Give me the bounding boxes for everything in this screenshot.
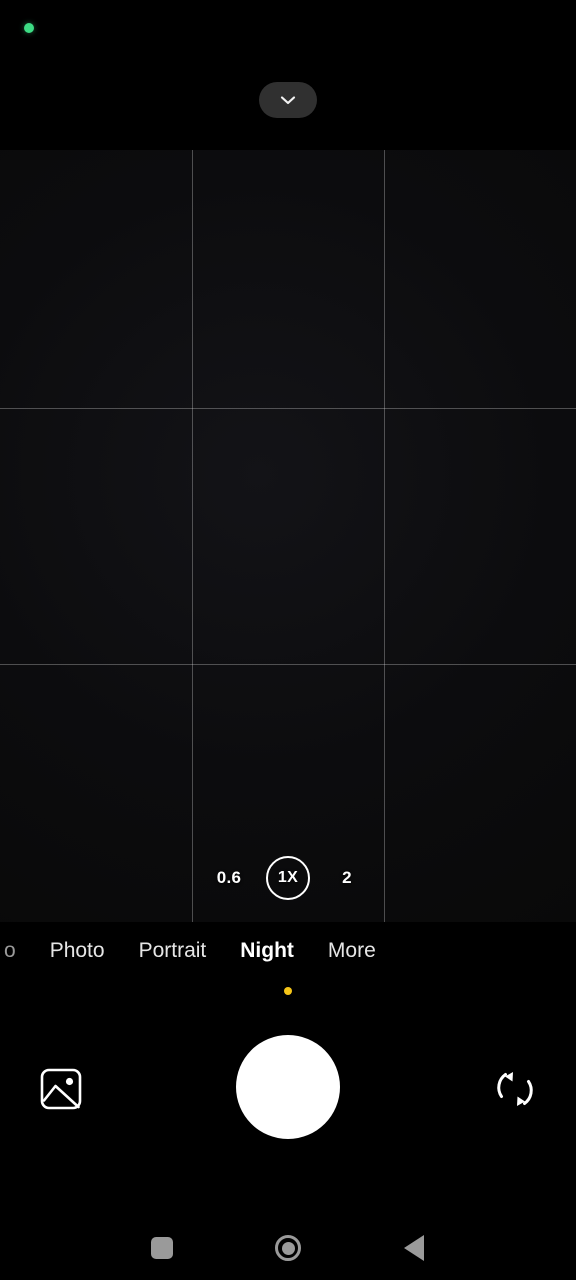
grid-line-horizontal-1 bbox=[0, 408, 576, 409]
android-nav-bar bbox=[0, 1212, 576, 1280]
mode-strip: o Photo Portrait Night More bbox=[0, 922, 576, 980]
grid-line-horizontal-2 bbox=[0, 664, 576, 665]
shutter-button[interactable] bbox=[236, 1035, 340, 1139]
gallery-image-icon bbox=[39, 1068, 83, 1115]
mode-selector: o Photo Portrait Night More bbox=[0, 922, 576, 1002]
camera-flip-icon bbox=[493, 1072, 537, 1115]
grid-line-vertical-2 bbox=[384, 150, 385, 922]
camera-viewfinder[interactable]: 0.6 1X 2 bbox=[0, 150, 576, 922]
mode-item-more[interactable]: More bbox=[328, 939, 376, 963]
nav-recents-button[interactable] bbox=[144, 1230, 180, 1266]
nav-back-button[interactable] bbox=[396, 1230, 432, 1266]
zoom-option-2[interactable]: 2 bbox=[334, 868, 360, 888]
back-triangle-icon bbox=[404, 1235, 424, 1261]
mode-item-night[interactable]: Night bbox=[240, 939, 294, 963]
home-inner-dot-icon bbox=[281, 1241, 295, 1255]
capture-controls bbox=[0, 1002, 576, 1172]
zoom-option-1x-selected[interactable]: 1X bbox=[266, 856, 310, 900]
mode-item-photo[interactable]: Photo bbox=[50, 939, 105, 963]
recents-square-icon bbox=[151, 1237, 173, 1259]
zoom-control: 0.6 1X 2 bbox=[0, 852, 576, 904]
mode-item-portrait[interactable]: Portrait bbox=[139, 939, 207, 963]
chevron-down-icon bbox=[276, 88, 300, 112]
gallery-button[interactable] bbox=[39, 1067, 83, 1111]
home-circle-icon bbox=[275, 1235, 301, 1261]
nav-home-button[interactable] bbox=[270, 1230, 306, 1266]
status-bar bbox=[0, 0, 576, 56]
zoom-option-0.6[interactable]: 0.6 bbox=[216, 868, 242, 888]
camera-privacy-indicator-icon bbox=[24, 23, 34, 33]
grid-line-vertical-1 bbox=[192, 150, 193, 922]
top-control-bar bbox=[0, 56, 576, 150]
active-mode-indicator-dot bbox=[284, 987, 292, 995]
expand-settings-button[interactable] bbox=[259, 82, 317, 118]
camera-app-screen: 0.6 1X 2 o Photo Portrait Night More bbox=[0, 0, 576, 1280]
camera-flip-button[interactable] bbox=[493, 1067, 537, 1111]
mode-item-video[interactable]: o bbox=[4, 939, 16, 963]
